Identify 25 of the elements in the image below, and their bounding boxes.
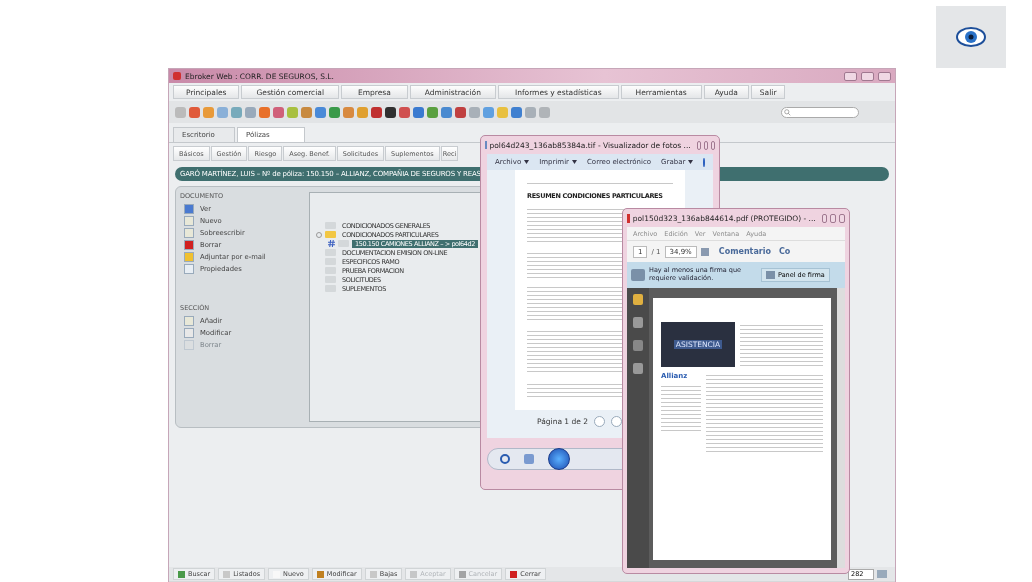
tool-icon[interactable] bbox=[700, 247, 709, 256]
caret-icon bbox=[571, 160, 577, 164]
toolbar-link[interactable]: Comentario bbox=[718, 247, 771, 256]
hash-icon bbox=[328, 240, 335, 247]
zoom-icon[interactable] bbox=[500, 454, 510, 464]
toolbar-icon[interactable] bbox=[371, 106, 382, 118]
caret-icon bbox=[524, 160, 530, 164]
search-icon bbox=[784, 108, 791, 116]
fit-icon[interactable] bbox=[524, 454, 534, 464]
view-button[interactable] bbox=[936, 6, 1006, 68]
folder-icon bbox=[325, 231, 336, 238]
pen-icon bbox=[766, 271, 775, 279]
pages-icon[interactable] bbox=[633, 317, 643, 328]
signature-icon[interactable] bbox=[633, 363, 643, 374]
attachment-icon[interactable] bbox=[633, 340, 643, 351]
lock-icon[interactable] bbox=[633, 294, 643, 305]
caret-icon bbox=[688, 160, 694, 164]
toolbar-link[interactable]: Co bbox=[779, 247, 791, 256]
search-field[interactable] bbox=[781, 106, 859, 118]
app-logo-icon bbox=[173, 72, 181, 80]
previous-page-button[interactable] bbox=[594, 416, 606, 427]
toolbar-icon[interactable] bbox=[385, 106, 396, 118]
slideshow-button[interactable] bbox=[548, 448, 570, 470]
eye-icon bbox=[956, 26, 986, 48]
magnifier-icon bbox=[631, 269, 645, 281]
